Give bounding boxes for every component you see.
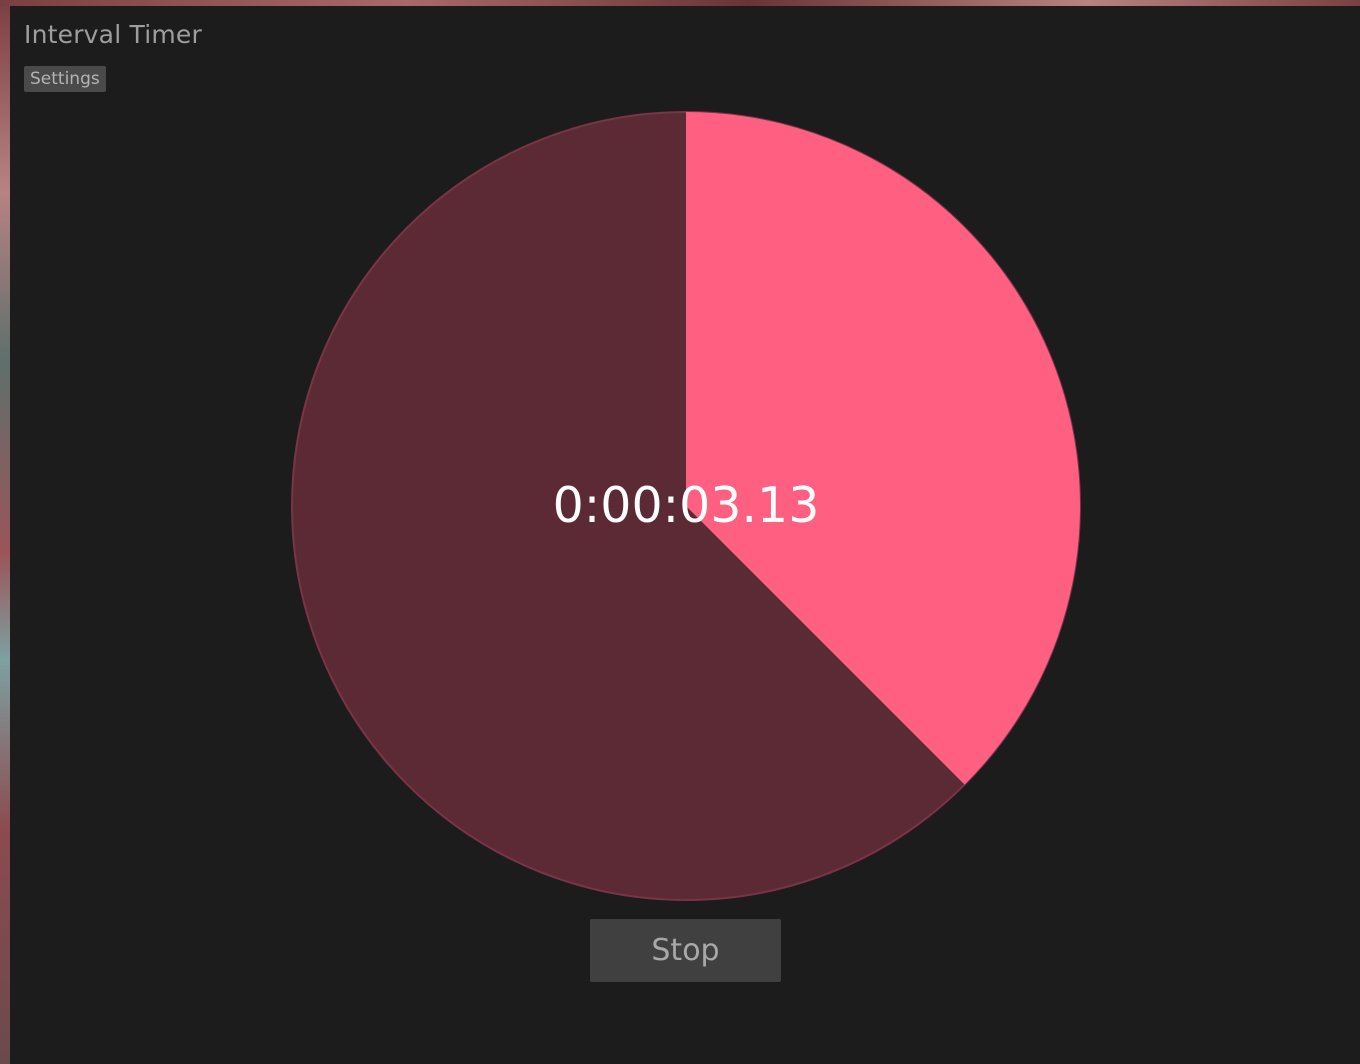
desktop-background (0, 0, 10, 1064)
stop-button[interactable]: Stop (590, 919, 781, 982)
window-title: Interval Timer (24, 20, 202, 49)
app-window: Interval Timer Settings 0:00:03.13 Stop (10, 6, 1360, 1064)
time-display: 0:00:03.13 (552, 477, 820, 534)
settings-button[interactable]: Settings (24, 66, 106, 92)
